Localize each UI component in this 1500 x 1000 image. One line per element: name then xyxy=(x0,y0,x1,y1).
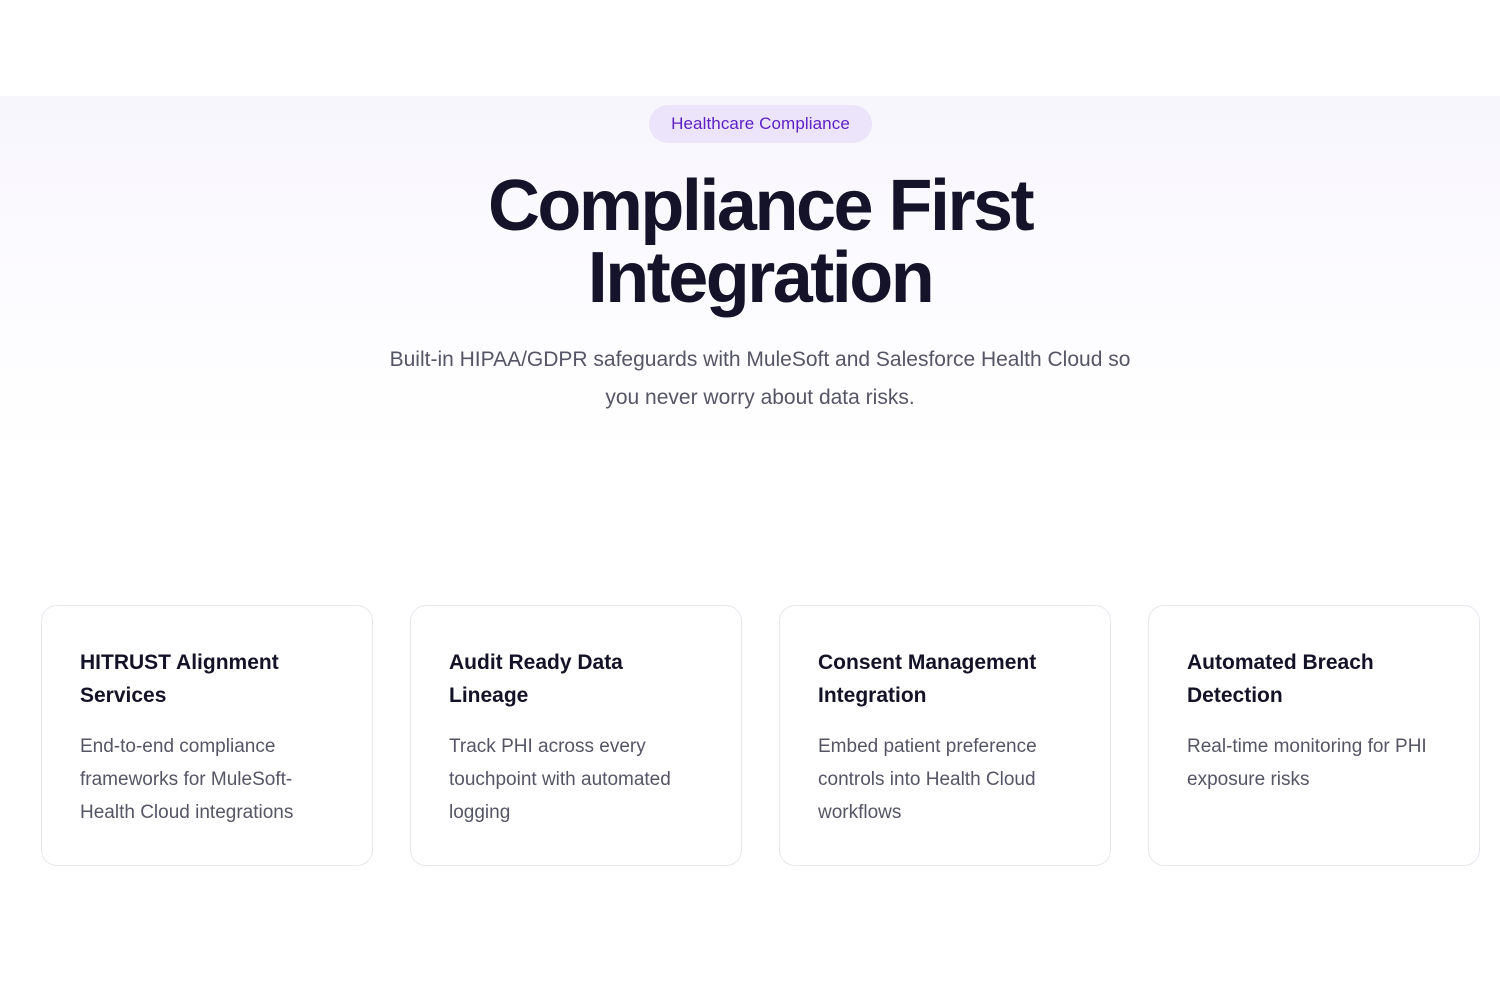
feature-card-description: Real-time monitoring for PHI exposure ri… xyxy=(1187,736,1427,790)
page-title-line-1: Compliance First xyxy=(487,166,1035,246)
feature-card-hitrust: HITRUST Alignment Services End-to-end co… xyxy=(41,605,373,866)
feature-cards: HITRUST Alignment Services End-to-end co… xyxy=(41,605,1481,867)
feature-card-description: End-to-end compliance frameworks for Mul… xyxy=(80,736,294,823)
page-title: Compliance First Integration xyxy=(350,170,1170,314)
hero-subtitle-line-2: you never worry about data risks. xyxy=(605,386,915,409)
feature-card-description: Embed patient preference controls into H… xyxy=(818,736,1037,823)
feature-card-title: HITRUST Alignment Services xyxy=(80,651,279,707)
feature-card-title: Consent Management Integration xyxy=(818,651,1037,707)
feature-card-audit-lineage: Audit Ready Data Lineage Track PHI acros… xyxy=(410,605,742,866)
feature-card-title: Automated Breach Detection xyxy=(1187,651,1374,707)
feature-card-consent-management: Consent Management Integration Embed pat… xyxy=(779,605,1111,866)
page-title-line-2: Integration xyxy=(587,238,935,318)
feature-card-title: Audit Ready Data Lineage xyxy=(449,651,623,707)
feature-card-description: Track PHI across every touchpoint with a… xyxy=(449,736,671,823)
hero-subtitle-line-1: Built-in HIPAA/GDPR safeguards with Mule… xyxy=(389,348,1131,371)
hero-subtitle: Built-in HIPAA/GDPR safeguards with Mule… xyxy=(350,341,1170,417)
category-badge: Healthcare Compliance xyxy=(649,105,872,143)
feature-card-breach-detection: Automated Breach Detection Real-time mon… xyxy=(1148,605,1480,866)
